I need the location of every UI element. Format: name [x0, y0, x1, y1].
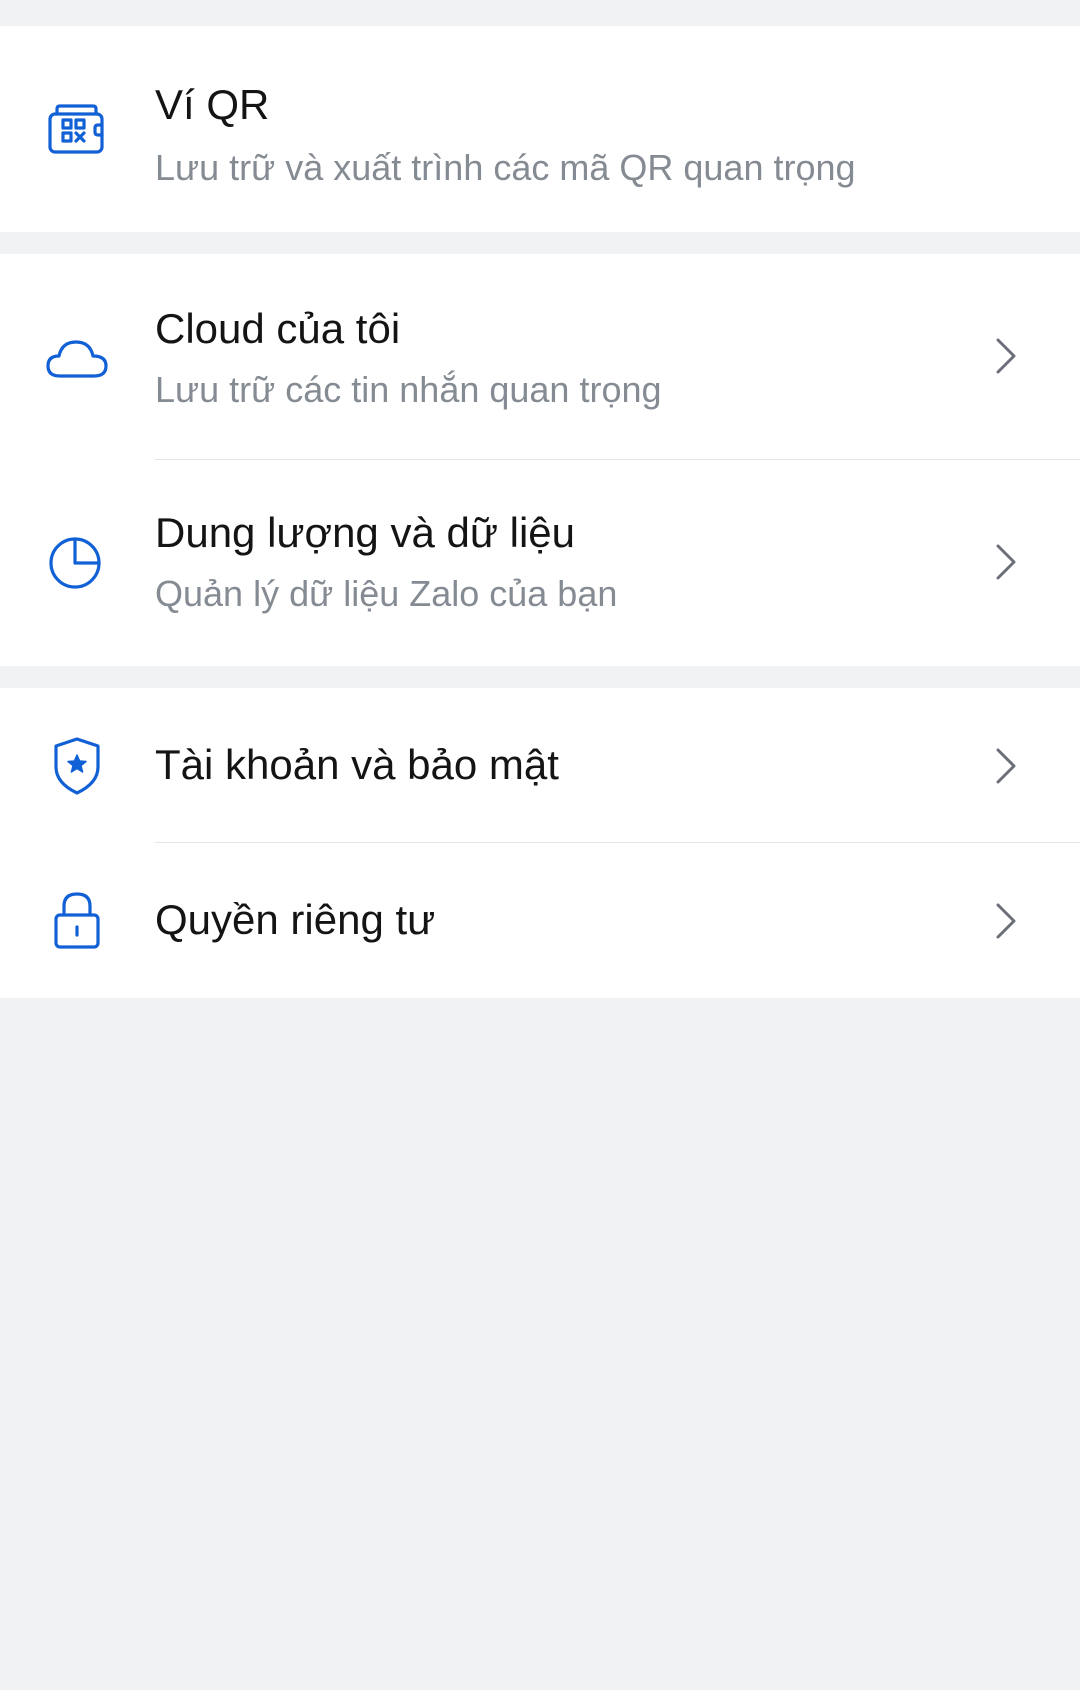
storage-data-title: Dung lượng và dữ liệu — [155, 509, 575, 556]
privacy-title: Quyền riêng tư — [155, 896, 436, 943]
chevron-right-icon — [990, 540, 1020, 584]
settings-screen: Ví QR Lưu trữ và xuất trình các mã QR qu… — [0, 0, 1080, 1690]
chevron-right-icon — [990, 899, 1020, 943]
account-privacy-group: Tài khoản và bảo mật Quyền riêng tư — [0, 688, 1080, 998]
pie-chart-icon — [44, 528, 110, 594]
storage-data-row[interactable]: Dung lượng và dữ liệu Quản lý dữ liệu Za… — [0, 460, 1080, 666]
account-security-title: Tài khoản và bảo mật — [155, 741, 559, 788]
my-cloud-row[interactable]: Cloud của tôi Lưu trữ các tin nhắn quan … — [0, 254, 1080, 460]
privacy-row[interactable]: Quyền riêng tư — [0, 843, 1080, 998]
qr-wallet-title: Ví QR — [155, 81, 270, 128]
my-cloud-title: Cloud của tôi — [155, 305, 401, 352]
cloud-storage-group: Cloud của tôi Lưu trữ các tin nhắn quan … — [0, 254, 1080, 666]
chevron-right-icon — [990, 744, 1020, 788]
lock-icon — [44, 888, 110, 954]
qr-wallet-group: Ví QR Lưu trữ và xuất trình các mã QR qu… — [0, 26, 1080, 232]
qr-wallet-icon — [44, 98, 110, 164]
chevron-right-icon — [990, 334, 1020, 378]
qr-wallet-subtitle: Lưu trữ và xuất trình các mã QR quan trọ… — [155, 147, 856, 188]
storage-data-subtitle: Quản lý dữ liệu Zalo của bạn — [155, 573, 618, 614]
account-security-row[interactable]: Tài khoản và bảo mật — [0, 688, 1080, 843]
shield-star-icon — [44, 733, 110, 799]
cloud-icon — [44, 328, 110, 394]
my-cloud-subtitle: Lưu trữ các tin nhắn quan trọng — [155, 369, 662, 410]
qr-wallet-row[interactable]: Ví QR Lưu trữ và xuất trình các mã QR qu… — [0, 26, 1080, 232]
